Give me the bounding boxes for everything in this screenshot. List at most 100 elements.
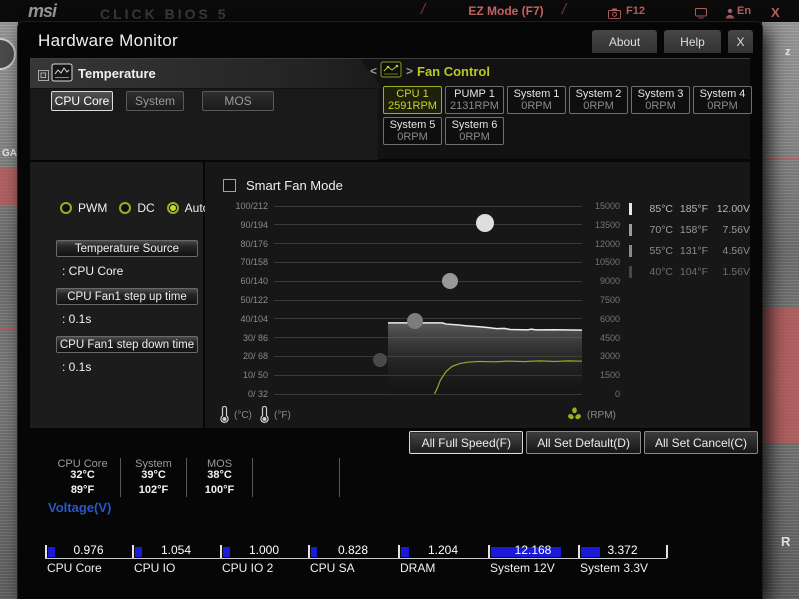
voltage-rail-name: System 3.3V [580,561,649,575]
curve-fahrenheit: 131°F [679,244,708,257]
all-full-speedf-button[interactable]: All Full Speed(F) [409,431,524,454]
curve-fahrenheit: 104°F [679,265,708,278]
dialog-tab-about[interactable]: About [592,30,657,53]
action-button-row: All Full Speed(F) All Set Default(D) All S… [409,431,758,454]
summary-celsius: 38°C [207,469,232,481]
field-value-cpu-fan1-step-down-time: : 0.1s [62,360,92,374]
all-set-cancelc-button[interactable]: All Set Cancel(C) [643,431,758,454]
voltage-section-title: Voltage(V) [48,500,112,515]
summary-fahrenheit: 102°F [138,484,169,496]
temperature-summary: CPU Core 32°C 89°F System 39°C 102°F MOS 38°C 10… [45,458,340,497]
smart-fan-label: Smart Fan Mode [246,178,343,193]
fan-curve-table-row: 70°C 158°F 7.56V [613,219,750,240]
summary-celsius: 32°C [70,469,95,481]
fan-curve-table-row: 55°C 131°F 4.56V [613,240,750,261]
rpm-axis-tick: 4500 [599,332,620,343]
all-set-defaultd-button[interactable]: All Set Default(D) [526,431,641,454]
radio-label-dc: DC [137,201,155,215]
dialog-tab-help[interactable]: Help [664,30,721,53]
summary-celsius: 39°C [141,469,166,481]
ez-mode-button[interactable]: EZ Mode (F7) [450,4,562,18]
fan-control-section-title: Fan Control [417,64,490,79]
right-edge-top-text: z [785,46,791,58]
fan-box-cpu-1[interactable]: CPU 1 2591RPM [383,86,442,114]
fan-box-system-4[interactable]: System 4 0RPM [693,86,752,114]
next-section-arrow-icon[interactable]: > [406,64,413,78]
summary-col-system: System 39°C 102°F [121,458,187,497]
tab-mos[interactable]: MOS [202,91,274,111]
rpm-axis-tick: 6000 [599,313,620,324]
voltage-rail-bar: 1.000 [220,543,308,559]
voltage-rails: 0.976 CPU Core 1.054 CPU IO 1.000 CPU IO 2 0.8… [45,543,668,575]
fan-settings-panel: PWM DC Auto Temperature Source: CPU Core CP… [30,162,209,428]
voltage-rail-cpu-sa: 0.828 CPU SA [308,543,398,575]
curve-voltage: 4.56V [722,244,750,257]
fan-curve-table-row: 85°C 185°F 12.00V [613,198,750,219]
fan-rpm-value: 0RPM [459,131,490,143]
background-close-button[interactable]: X [771,5,780,20]
summary-fahrenheit: 89°F [70,484,95,496]
rpm-axis-tick: 3000 [599,351,620,362]
left-edge-red-band [0,167,18,205]
left-edge-text: GA [2,148,17,159]
radio-pwm[interactable] [60,202,72,214]
thermometer-icon[interactable] [259,405,270,429]
bios-screen: msi CLICK BIOS 5 / EZ Mode (F7) / F12 En… [0,0,799,599]
voltage-rail-bar: 0.976 [45,543,132,559]
dialog-tab-x[interactable]: X [728,30,753,53]
fan-name: System 3 [637,88,684,100]
smart-fan-checkbox[interactable] [223,179,236,192]
rpm-axis-tick: 0 [614,389,620,399]
fan-curve-point-3[interactable] [441,273,458,290]
summary-col-empty [253,458,340,497]
voltage-rail-value: 0.976 [73,543,104,557]
axis-units-row: (°C) (°F) (RPM) [217,405,738,429]
fan-box-system-2[interactable]: System 2 0RPM [569,86,628,114]
fan-mode-selector: PWM DC Auto [60,201,215,215]
fan-curve-point-1[interactable] [372,353,387,368]
hardware-monitor-dialog: Hardware Monitor About Help X Temperature … [18,22,762,599]
field-button-cpu-fan1-step-up-time[interactable]: CPU Fan1 step up time [56,288,198,305]
fan-box-system-5[interactable]: System 5 0RPM [383,117,442,145]
radio-auto[interactable] [166,202,179,214]
right-edge-bottom-text: R [781,534,791,549]
radio-dc[interactable] [119,202,132,214]
left-edge-red-line [0,327,18,330]
rpm-unit-label: (RPM) [587,410,616,421]
summary-fahrenheit: 100°F [204,484,235,496]
temp-axis-tick: 10/ 50 [242,370,268,381]
fan-box-system-1[interactable]: System 1 0RPM [507,86,566,114]
fan-curve-point-2[interactable] [407,312,424,329]
voltage-rail-system-12v: 12.168 System 12V [488,543,578,575]
voltage-rail-bar: 1.204 [398,543,488,559]
voltage-rail-bar: 1.054 [132,543,220,559]
background-right-edge: z R [762,22,799,599]
smart-fan-mode-row: Smart Fan Mode [223,178,343,193]
fan-rpm-value: 0RPM [583,100,614,112]
curve-voltage: 1.56V [722,265,750,278]
fan-box-system-3[interactable]: System 3 0RPM [631,86,690,114]
fan-box-pump-1[interactable]: PUMP 1 2131RPM [445,86,504,114]
celsius-unit-label: (°C) [234,410,252,421]
window-icon [38,68,49,86]
fan-curve-point-4[interactable] [475,213,494,232]
curve-celsius: 55°C [649,244,673,257]
fan-name: PUMP 1 [454,88,495,100]
divider-slash: / [562,1,567,18]
tab-cpu-core[interactable]: CPU Core [51,91,113,111]
temp-axis-tick: 50/122 [240,295,268,305]
fan-box-system-6[interactable]: System 6 0RPM [445,117,504,145]
fan-rpm-value: 2131RPM [450,100,499,112]
thermometer-icon[interactable] [219,405,230,429]
temperature-section-header: Temperature [30,59,382,88]
prev-section-arrow-icon[interactable]: < [370,64,377,78]
tab-system[interactable]: System [126,91,184,111]
fan-icon[interactable] [567,407,582,427]
fan-grid: CPU 1 2591RPM PUMP 1 2131RPM System 1 0RPM Sys… [383,86,753,145]
voltage-rail-name: DRAM [400,561,436,575]
curve-celsius: 85°C [649,202,673,215]
fan-name: System 4 [699,88,746,100]
field-button-temperature-source[interactable]: Temperature Source [56,240,198,257]
field-button-cpu-fan1-step-down-time[interactable]: CPU Fan1 step down time [56,336,198,353]
fan-settings-fields: Temperature Source: CPU Core CPU Fan1 ste… [56,240,198,384]
